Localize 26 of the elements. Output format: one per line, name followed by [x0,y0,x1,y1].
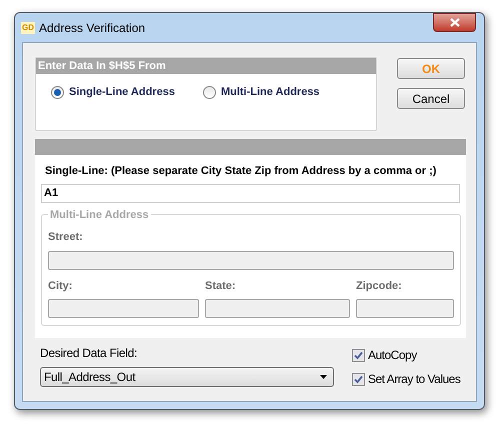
radio-button[interactable] [51,86,64,99]
check-icon [354,350,363,360]
window-title: Address Verification [39,20,146,36]
checkbox[interactable] [352,348,365,362]
radio-label: Single-Line Address [69,85,175,100]
app-logo-icon: GD [21,22,35,34]
caret-icon [320,375,327,379]
dropdown[interactable]: Full_Address_Out [40,367,334,387]
single-line-field[interactable]: A1 [41,184,460,202]
street-label: Street: [48,230,84,245]
dialog-button[interactable]: Cancel [397,88,465,109]
single-line-label: Single-Line: (Please separate City State Zip from Address by a comma or ;) [45,164,438,179]
group-legend: Multi-Line Address [48,206,151,223]
radio-button[interactable] [202,86,216,99]
field-label: State: [205,278,237,294]
field-label: City: [48,278,74,294]
radio-label: Multi-Line Address [220,85,320,100]
check-icon [354,374,363,384]
checkbox[interactable] [352,372,365,386]
checkbox-label: AutoCopy [368,347,417,364]
group-header: Enter Data In $H$5 From [36,58,376,74]
close-button[interactable] [433,13,476,32]
field-label: Zipcode: [356,278,403,294]
close-icon [450,18,460,27]
desired-field-label: Desired Data Field: [40,345,138,362]
checkbox-label: Set Array to Values [368,371,460,388]
